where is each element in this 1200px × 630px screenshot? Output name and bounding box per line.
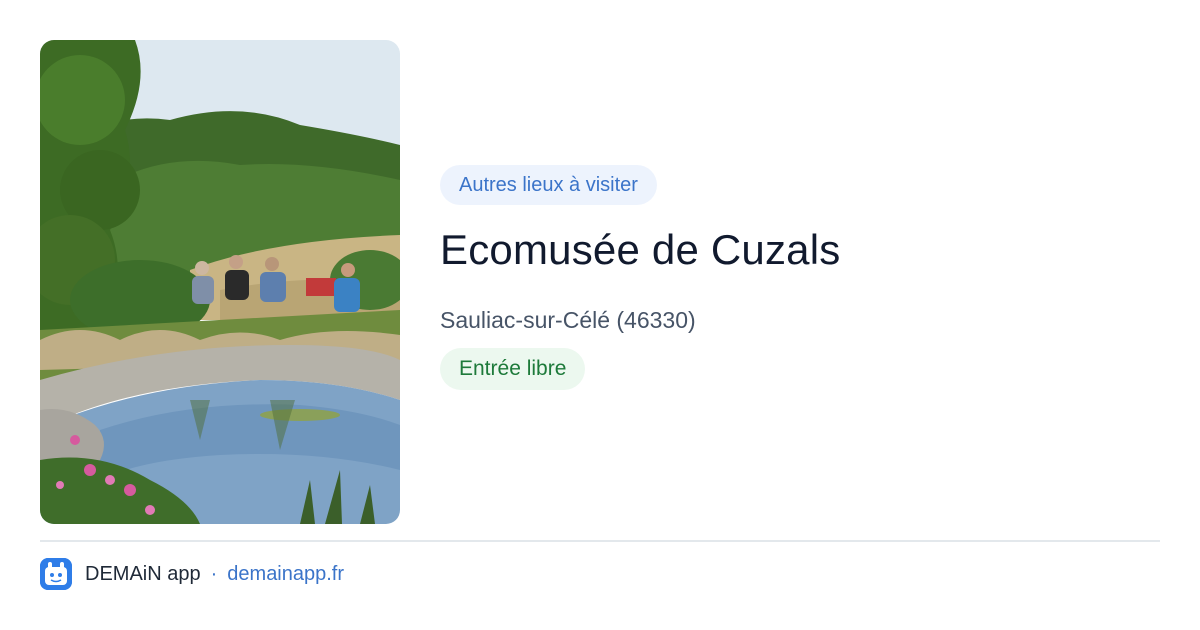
demain-logo-icon bbox=[40, 558, 72, 590]
garden-pond-illustration bbox=[40, 40, 400, 524]
divider bbox=[40, 540, 1160, 542]
app-name: DEMAiN app bbox=[85, 562, 201, 585]
place-photo bbox=[40, 40, 400, 524]
place-title: Ecomusée de Cuzals bbox=[440, 226, 841, 273]
footer: DEMAiN app · demainapp.fr bbox=[40, 558, 344, 590]
domain-link[interactable]: demainapp.fr bbox=[227, 563, 344, 586]
place-location: Sauliac-sur-Célé (46330) bbox=[440, 307, 696, 333]
separator-dot: · bbox=[210, 562, 218, 585]
category-badge[interactable]: Autres lieux à visiter bbox=[440, 165, 657, 205]
price-badge: Entrée libre bbox=[440, 348, 586, 390]
place-info: Autres lieux à visiter Ecomusée de Cuzal… bbox=[440, 165, 1160, 390]
